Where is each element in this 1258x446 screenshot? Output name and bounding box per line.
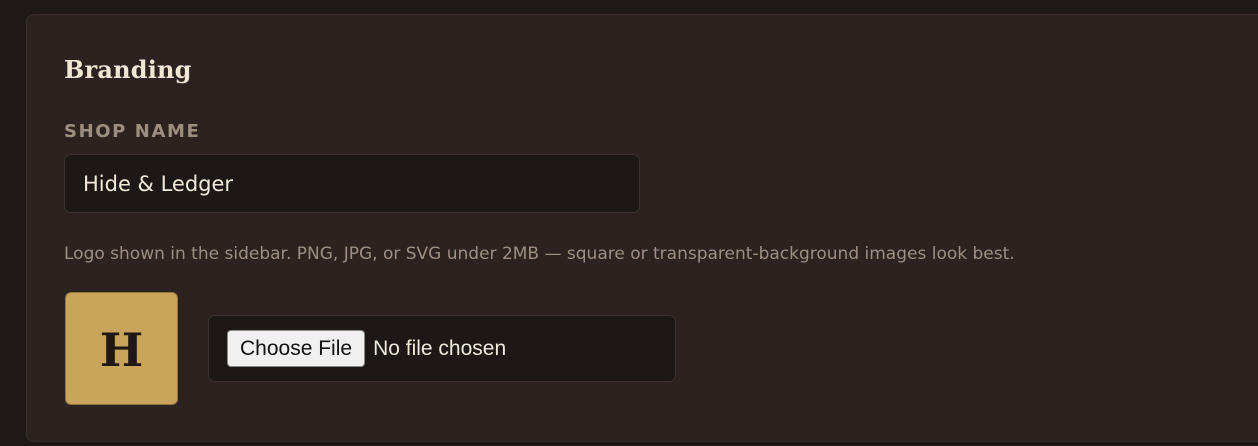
logo-help-text: Logo shown in the sidebar. PNG, JPG, or … xyxy=(64,244,1015,264)
logo-preview-letter: H xyxy=(99,322,144,377)
branding-card: Branding SHOP NAME Logo shown in the sid… xyxy=(26,14,1258,442)
shop-name-input[interactable] xyxy=(64,154,640,213)
shop-name-label: SHOP NAME xyxy=(64,121,201,142)
section-title: Branding xyxy=(64,55,192,84)
choose-file-button[interactable]: Choose File xyxy=(227,330,366,367)
logo-preview: H xyxy=(65,292,178,405)
file-status-text: No file chosen xyxy=(373,336,507,360)
logo-file-input[interactable]: Choose File No file chosen xyxy=(208,315,676,382)
